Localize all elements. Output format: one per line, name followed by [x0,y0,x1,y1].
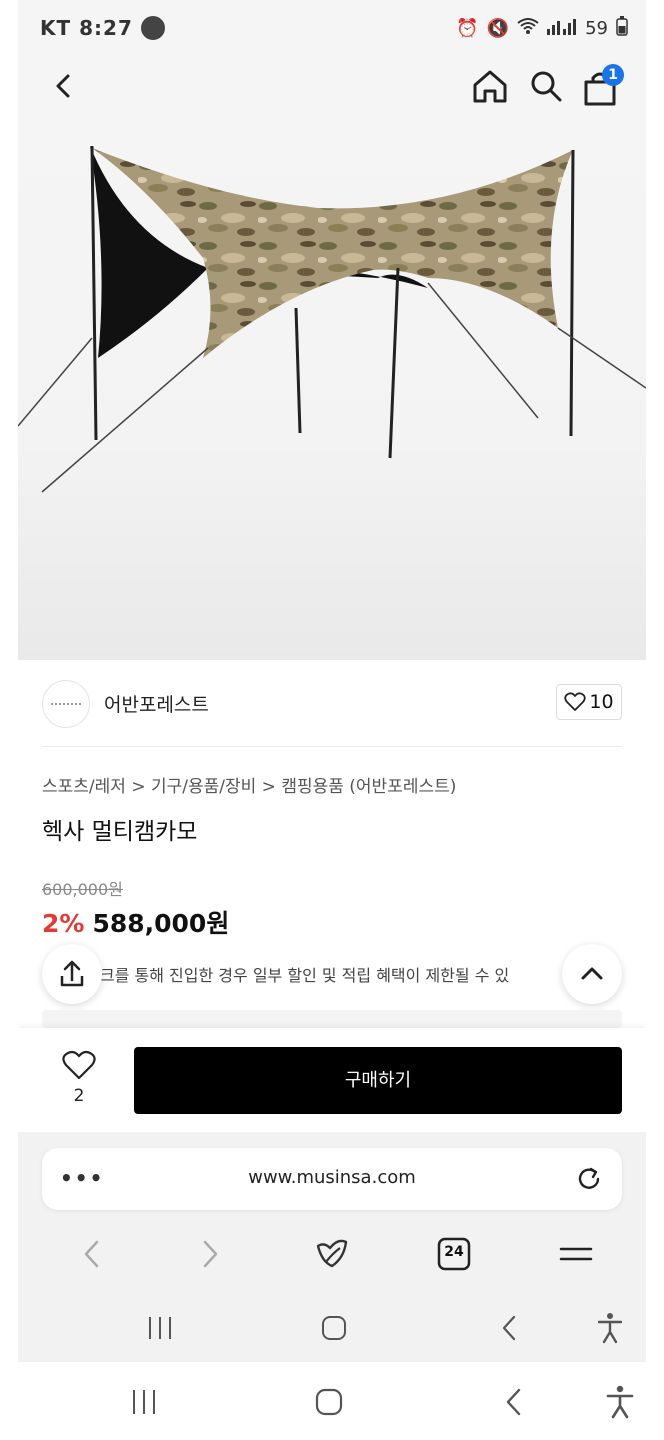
clock: 8:27 [79,16,133,40]
bookmark-leaf-icon [316,1239,348,1268]
inner-system-nav [18,1308,646,1348]
right-gutter [646,0,664,1362]
sale-price: 588,000원 [92,909,230,938]
browser-forward-button[interactable] [188,1232,232,1276]
reload-icon [578,1167,600,1189]
signal-icon [547,17,577,40]
app-frame: KT 8:27 ⏰ 🔇 59 1 어반포레스트 10 스포츠/레저 > 기구/용… [18,0,646,1362]
home-circle-icon [315,1388,343,1416]
browser-nav-row: 24 [18,1232,646,1276]
product-image[interactable] [18,118,646,660]
scroll-top-button[interactable] [562,944,622,1004]
outer-accessibility-button[interactable] [600,1382,640,1422]
search-button[interactable] [526,66,566,106]
system-home-button[interactable] [314,1308,354,1348]
alarm-icon: ⏰ [456,18,479,39]
notification-icon [140,16,165,40]
chevron-left-icon [56,74,70,98]
home-circle-icon [322,1316,346,1340]
cart-badge: 1 [602,64,624,86]
browser-back-button[interactable] [70,1232,114,1276]
brand-like-count: 10 [589,691,614,713]
recent-apps-icon [133,1390,155,1414]
battery-level: 59 [585,18,608,39]
purchase-bar: 2 구매하기 [18,1028,646,1132]
price-row: 2% 588,000원 [42,904,229,940]
tabs-count: 24 [444,1244,464,1260]
url-text[interactable]: www.musinsa.com [42,1167,622,1188]
recent-apps-button[interactable] [140,1308,180,1348]
original-price: 600,000원 [42,880,123,899]
share-button[interactable] [42,944,102,1004]
system-nav-bar [0,1362,664,1440]
app-header: 1 [18,58,646,118]
home-icon [473,70,507,103]
breadcrumb[interactable]: 스포츠/레저 > 기구/용품/장비 > 캠핑용품 (어반포레스트) [42,772,456,797]
tabs-button[interactable]: 24 [432,1232,476,1276]
left-gutter [0,0,18,1362]
system-back-button[interactable] [490,1308,530,1348]
share-icon [60,960,84,987]
wishlist-count: 2 [73,1086,85,1106]
address-bar[interactable]: ••• www.musinsa.com [42,1148,622,1210]
chevron-left-icon [84,1240,99,1268]
divider [42,746,622,747]
chevron-up-icon [581,967,603,980]
brand-logo [42,680,90,728]
brand-like-button[interactable]: 10 [556,684,622,720]
brand-name: 어반포레스트 [104,694,209,716]
chevron-right-icon [203,1240,218,1268]
wifi-icon [517,17,539,40]
accessibility-icon [606,1385,634,1419]
tarp-illustration [18,145,646,493]
benefit-notice: 크를 통해 진입한 경우 일부 할인 및 적립 혜택이 제한될 수 있 [100,966,510,985]
accessibility-button[interactable] [590,1308,630,1348]
mute-icon: 🔇 [486,18,510,39]
status-bar: KT 8:27 ⏰ 🔇 59 [18,0,646,58]
outer-back-button[interactable] [494,1382,534,1422]
browser-toolbar: ••• www.musinsa.com 24 [18,1132,646,1362]
heart-icon [564,692,587,711]
outer-recent-apps-button[interactable] [124,1382,164,1422]
info-strip [42,1010,622,1028]
cart-button[interactable]: 1 [580,64,624,108]
discount-rate: 2% [42,909,85,938]
heart-icon [62,1050,96,1080]
menu-icon [559,1247,593,1261]
battery-icon [616,16,628,41]
home-button[interactable] [470,66,510,106]
buy-button[interactable]: 구매하기 [134,1047,622,1114]
browser-home-button[interactable] [310,1232,354,1276]
product-title: 헥사 멀티캠카모 [42,819,198,845]
recent-apps-icon [149,1317,171,1339]
browser-menu-button[interactable] [554,1232,598,1276]
back-arrow-icon [502,1315,516,1341]
carrier-label: KT [40,16,72,40]
accessibility-icon [597,1313,623,1344]
back-button[interactable] [44,66,84,106]
search-icon [531,71,562,102]
brand-row[interactable]: 어반포레스트 10 [42,678,622,730]
back-arrow-icon [506,1388,521,1416]
reload-button[interactable] [574,1164,604,1194]
outer-home-button[interactable] [309,1382,349,1422]
